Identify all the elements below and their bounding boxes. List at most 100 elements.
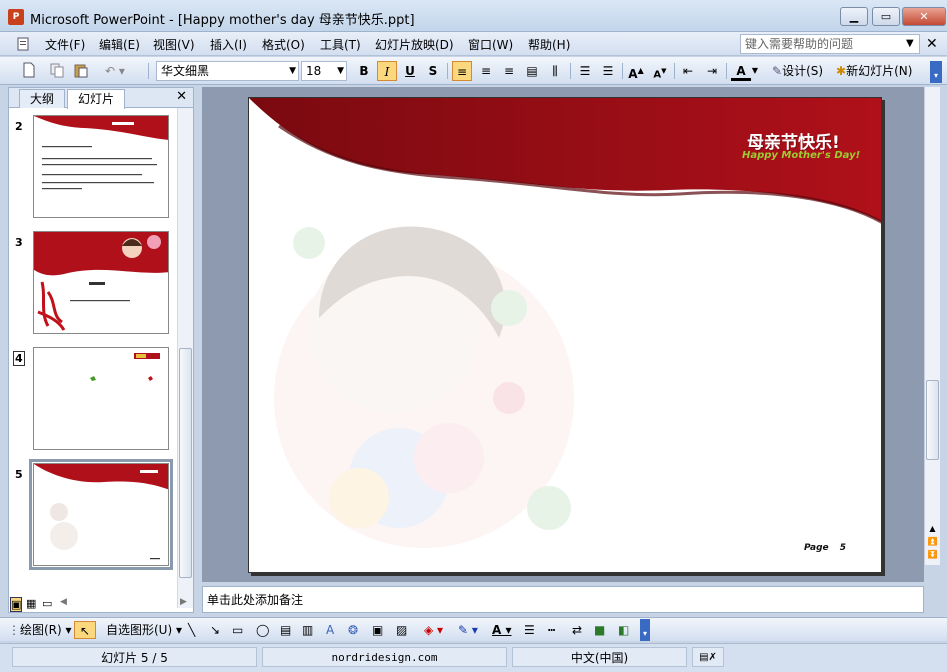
new-slide-button[interactable]: ✱新幻灯片(N) bbox=[836, 61, 926, 81]
copy-icon[interactable] bbox=[48, 62, 66, 80]
italic-button[interactable]: I bbox=[377, 61, 397, 81]
decrease-font-icon[interactable]: A▼ bbox=[650, 61, 670, 81]
3d-style-icon[interactable]: ◧ bbox=[618, 621, 629, 639]
chevron-up-icon[interactable]: ▲ bbox=[926, 522, 939, 535]
bullets-icon[interactable]: ☰ bbox=[598, 61, 618, 81]
tab-slides[interactable]: 幻灯片 bbox=[67, 89, 126, 109]
textbox-tool-icon[interactable]: ▤ bbox=[280, 621, 291, 639]
line-style-icon[interactable]: ☰ bbox=[524, 621, 535, 639]
scroll-left-icon[interactable]: ◀ bbox=[60, 597, 67, 607]
slides-scrollbar[interactable] bbox=[177, 108, 193, 608]
minimize-button[interactable]: ▁ bbox=[840, 7, 868, 26]
increase-indent-icon[interactable]: ⇥ bbox=[702, 61, 722, 81]
line-color-icon[interactable]: ✎ ▾ bbox=[458, 621, 478, 639]
document-close-icon[interactable]: ✕ bbox=[926, 36, 938, 52]
previous-slide-icon[interactable]: ⏫ bbox=[926, 535, 939, 548]
scrollbar-thumb[interactable] bbox=[179, 348, 192, 578]
menu-help[interactable]: 帮助(H) bbox=[528, 36, 570, 53]
help-search-input[interactable]: 键入需要帮助的问题 bbox=[740, 34, 920, 54]
page-footer[interactable]: Page 5 bbox=[804, 543, 846, 553]
notes-input[interactable]: 单击此处添加备注 bbox=[202, 586, 924, 613]
numbering-icon[interactable]: ☰ bbox=[575, 61, 595, 81]
slide-thumbnail-2[interactable] bbox=[33, 115, 169, 218]
menu-edit[interactable]: 编辑(E) bbox=[99, 36, 140, 53]
slide-number: 2 bbox=[15, 120, 23, 133]
vertical-textbox-icon[interactable]: ▥ bbox=[302, 621, 313, 639]
distribute-icon[interactable]: ⫼ bbox=[545, 61, 565, 81]
next-slide-icon[interactable]: ⏬ bbox=[926, 548, 939, 561]
dash-style-icon[interactable]: ┅ bbox=[548, 621, 555, 639]
draw-label: 绘图(R) bbox=[20, 623, 62, 637]
line-tool-icon[interactable]: ╲ bbox=[188, 621, 195, 639]
menu-format[interactable]: 格式(O) bbox=[262, 36, 305, 53]
font-name-select[interactable]: 华文细黑 ▼ bbox=[156, 61, 299, 81]
formatting-toolbar: ↶ ▾ 华文细黑 ▼ 18 ▼ B I U S ≡ ≡ ≡ ▤ ⫼ ☰ ☰ A▲… bbox=[0, 57, 947, 85]
menu-slideshow[interactable]: 幻灯片放映(D) bbox=[375, 36, 454, 53]
align-center-icon[interactable]: ≡ bbox=[476, 61, 496, 81]
fill-color-icon[interactable]: ◈ ▾ bbox=[424, 621, 443, 639]
underline-button[interactable]: U bbox=[400, 61, 420, 81]
slide-scrollbar[interactable]: ▲ ⏫ ⏬ bbox=[924, 87, 940, 565]
normal-view-icon[interactable]: ▣ bbox=[10, 597, 23, 612]
font-color-icon[interactable]: A bbox=[731, 61, 751, 81]
close-icon[interactable]: ✕ bbox=[176, 89, 187, 104]
slide-thumbnail-4[interactable] bbox=[33, 347, 169, 450]
help-dropdown-icon[interactable]: ▼ bbox=[906, 38, 914, 49]
slide-thumbnail-5[interactable] bbox=[29, 459, 173, 570]
spell-check-icon[interactable]: ▤✗ bbox=[692, 647, 724, 667]
bold-button[interactable]: B bbox=[354, 61, 374, 81]
menu-tools[interactable]: 工具(T) bbox=[320, 36, 361, 53]
font-size-select[interactable]: 18 ▼ bbox=[301, 61, 347, 81]
rectangle-tool-icon[interactable]: ▭ bbox=[232, 621, 243, 639]
menu-view[interactable]: 视图(V) bbox=[153, 36, 195, 53]
increase-font-icon[interactable]: A▲ bbox=[626, 61, 646, 81]
new-document-icon[interactable] bbox=[20, 62, 38, 80]
toolbar-options-icon[interactable]: ▾ bbox=[640, 619, 650, 641]
pane-tabs: 大纲 幻灯片 ✕ bbox=[9, 88, 193, 109]
scrollbar-thumb[interactable] bbox=[926, 380, 939, 460]
new-slide-icon: ✱ bbox=[836, 64, 847, 78]
oval-tool-icon[interactable]: ◯ bbox=[256, 621, 269, 639]
slide-thumbnail-3[interactable] bbox=[33, 231, 169, 334]
toolbar-options-icon[interactable]: ▾ bbox=[930, 61, 942, 83]
powerpoint-icon[interactable]: P bbox=[8, 9, 24, 25]
paste-icon[interactable] bbox=[72, 62, 90, 80]
select-pointer-icon[interactable]: ↖ bbox=[74, 621, 96, 639]
align-right-icon[interactable]: ≡ bbox=[499, 61, 519, 81]
menu-window[interactable]: 窗口(W) bbox=[468, 36, 513, 53]
autoshapes-button[interactable]: 自选图形(U) ▾ bbox=[106, 621, 182, 639]
undo-icon[interactable]: ↶ ▾ bbox=[100, 61, 130, 81]
toolbar-separator bbox=[674, 63, 675, 79]
font-color-draw-icon[interactable]: A ▾ bbox=[492, 621, 512, 639]
arrow-tool-icon[interactable]: ↘ bbox=[210, 621, 220, 639]
justify-icon[interactable]: ▤ bbox=[522, 61, 542, 81]
slide-sorter-icon[interactable]: ▦ bbox=[26, 597, 36, 610]
clipart-icon[interactable]: ▣ bbox=[372, 621, 383, 639]
tab-outline[interactable]: 大纲 bbox=[19, 89, 66, 108]
current-slide[interactable]: 母亲节快乐! Happy Mother's Day! Page 5 bbox=[248, 97, 882, 573]
picture-icon[interactable]: ▨ bbox=[396, 621, 407, 639]
menu-file[interactable]: 文件(F) bbox=[45, 36, 85, 53]
scroll-right-icon[interactable]: ▶ bbox=[180, 597, 187, 607]
shadow-style-icon[interactable]: ■ bbox=[594, 621, 605, 639]
design-button[interactable]: ✎设计(S) bbox=[772, 61, 830, 81]
slideshow-view-icon[interactable]: ▭ bbox=[42, 597, 52, 610]
slide-3-preview bbox=[34, 232, 168, 331]
close-button[interactable]: ✕ bbox=[902, 7, 946, 26]
arrow-style-icon[interactable]: ⇄ bbox=[572, 621, 582, 639]
slide-4-preview bbox=[90, 353, 160, 381]
decrease-indent-icon[interactable]: ⇤ bbox=[678, 61, 698, 81]
design-icon: ✎ bbox=[772, 64, 783, 78]
diagram-icon[interactable]: ❂ bbox=[348, 621, 358, 639]
align-left-icon[interactable]: ≡ bbox=[452, 61, 472, 81]
wordart-icon[interactable]: A bbox=[326, 621, 334, 639]
maximize-button[interactable]: ▭ bbox=[872, 7, 900, 26]
slide-title-english[interactable]: Happy Mother's Day! bbox=[742, 150, 860, 161]
chevron-down-icon[interactable]: ▼ bbox=[750, 61, 760, 81]
draw-menu-button[interactable]: 绘图(R) ▾ bbox=[20, 621, 72, 639]
shadow-button[interactable]: S bbox=[423, 61, 443, 81]
mother-illustration bbox=[274, 226, 574, 548]
menu-insert[interactable]: 插入(I) bbox=[210, 36, 247, 53]
font-name-value: 华文细黑 bbox=[161, 64, 210, 78]
status-bar: 幻灯片 5 / 5 nordridesign.com 中文(中国) ▤✗ bbox=[0, 643, 947, 672]
